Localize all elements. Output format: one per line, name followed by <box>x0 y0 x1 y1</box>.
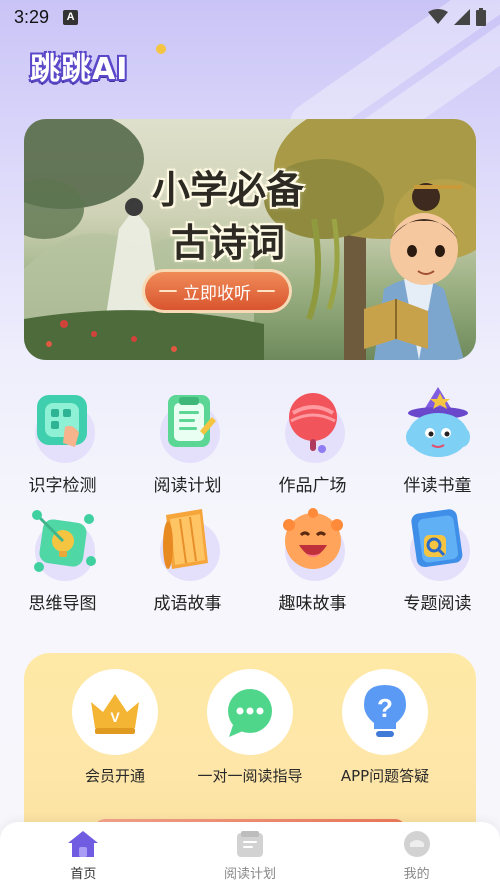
service-app-faq[interactable]: ? APP问题答疑 <box>310 669 460 786</box>
feature-topic-reading[interactable]: 专题阅读 <box>375 505 500 614</box>
app-logo: 跳跳AI <box>30 52 129 87</box>
button-decoration <box>159 290 177 292</box>
crown-icon: V <box>72 669 158 755</box>
feature-label: 作品广场 <box>278 476 347 496</box>
listen-now-label: 立即收听 <box>183 283 251 304</box>
idiom-story-icon <box>150 505 226 581</box>
feature-mind-map[interactable]: 思维导图 <box>0 505 125 614</box>
button-decoration <box>257 290 275 292</box>
chat-bubble-icon <box>207 669 293 755</box>
service-label: 会员开通 <box>84 767 145 785</box>
feature-label: 成语故事 <box>153 594 222 614</box>
profile-icon <box>403 830 430 857</box>
feature-fun-story[interactable]: 趣味故事 <box>250 505 375 614</box>
feature-label: 阅读计划 <box>153 476 222 496</box>
feature-label: 趣味故事 <box>278 594 347 614</box>
status-time: 3:29 <box>14 6 50 27</box>
nav-reading-plan[interactable]: 阅读计划 <box>167 822 334 888</box>
feature-label: 伴读书童 <box>403 476 472 496</box>
feature-literacy-check[interactable]: 识字检测 <box>0 387 125 496</box>
feature-idiom-story[interactable]: 成语故事 <box>125 505 250 614</box>
signal-icon <box>454 9 470 25</box>
status-bar: 3:29 A <box>0 0 500 34</box>
nav-home[interactable]: 首页 <box>0 822 167 888</box>
fun-story-icon <box>275 505 351 581</box>
nav-profile[interactable]: 我的 <box>333 822 500 888</box>
feature-label: 思维导图 <box>28 594 97 614</box>
bottom-navigation: 首页 阅读计划 我的 <box>0 822 500 888</box>
literacy-check-icon <box>25 387 101 463</box>
reading-buddy-icon <box>400 387 476 463</box>
svg-text:V: V <box>110 709 120 725</box>
feature-label: 识字检测 <box>28 476 97 496</box>
service-label: 一对一阅读指导 <box>197 767 303 785</box>
wifi-icon <box>428 9 448 24</box>
status-icons <box>428 8 486 26</box>
logo-sparkle-icon <box>156 44 166 54</box>
promo-banner[interactable]: 小学必备 古诗词 立即收听 <box>24 119 476 360</box>
service-label: APP问题答疑 <box>340 767 430 785</box>
service-one-on-one[interactable]: 一对一阅读指导 <box>175 669 325 786</box>
nav-label: 首页 <box>70 866 97 882</box>
lightbulb-question-icon: ? <box>342 669 428 755</box>
notification-icon: A <box>63 9 79 25</box>
nav-label: 我的 <box>403 866 430 882</box>
service-membership[interactable]: V 会员开通 <box>40 669 190 786</box>
battery-icon <box>476 8 486 26</box>
banner-title-line2: 古诗词 <box>170 221 285 265</box>
banner-title-line1: 小学必备 <box>151 168 304 212</box>
works-plaza-icon <box>275 387 351 463</box>
feature-reading-plan[interactable]: 阅读计划 <box>125 387 250 496</box>
feature-label: 专题阅读 <box>403 594 472 614</box>
topic-reading-icon <box>400 505 476 581</box>
feature-works-plaza[interactable]: 作品广场 <box>250 387 375 496</box>
listen-now-button[interactable]: 立即收听 <box>145 272 289 310</box>
svg-text:?: ? <box>377 693 393 723</box>
feature-reading-buddy[interactable]: 伴读书童 <box>375 387 500 496</box>
reading-plan-icon <box>150 387 226 463</box>
book-icon <box>237 830 263 857</box>
home-icon <box>68 830 99 857</box>
nav-label: 阅读计划 <box>224 866 277 882</box>
mind-map-icon <box>25 505 101 581</box>
